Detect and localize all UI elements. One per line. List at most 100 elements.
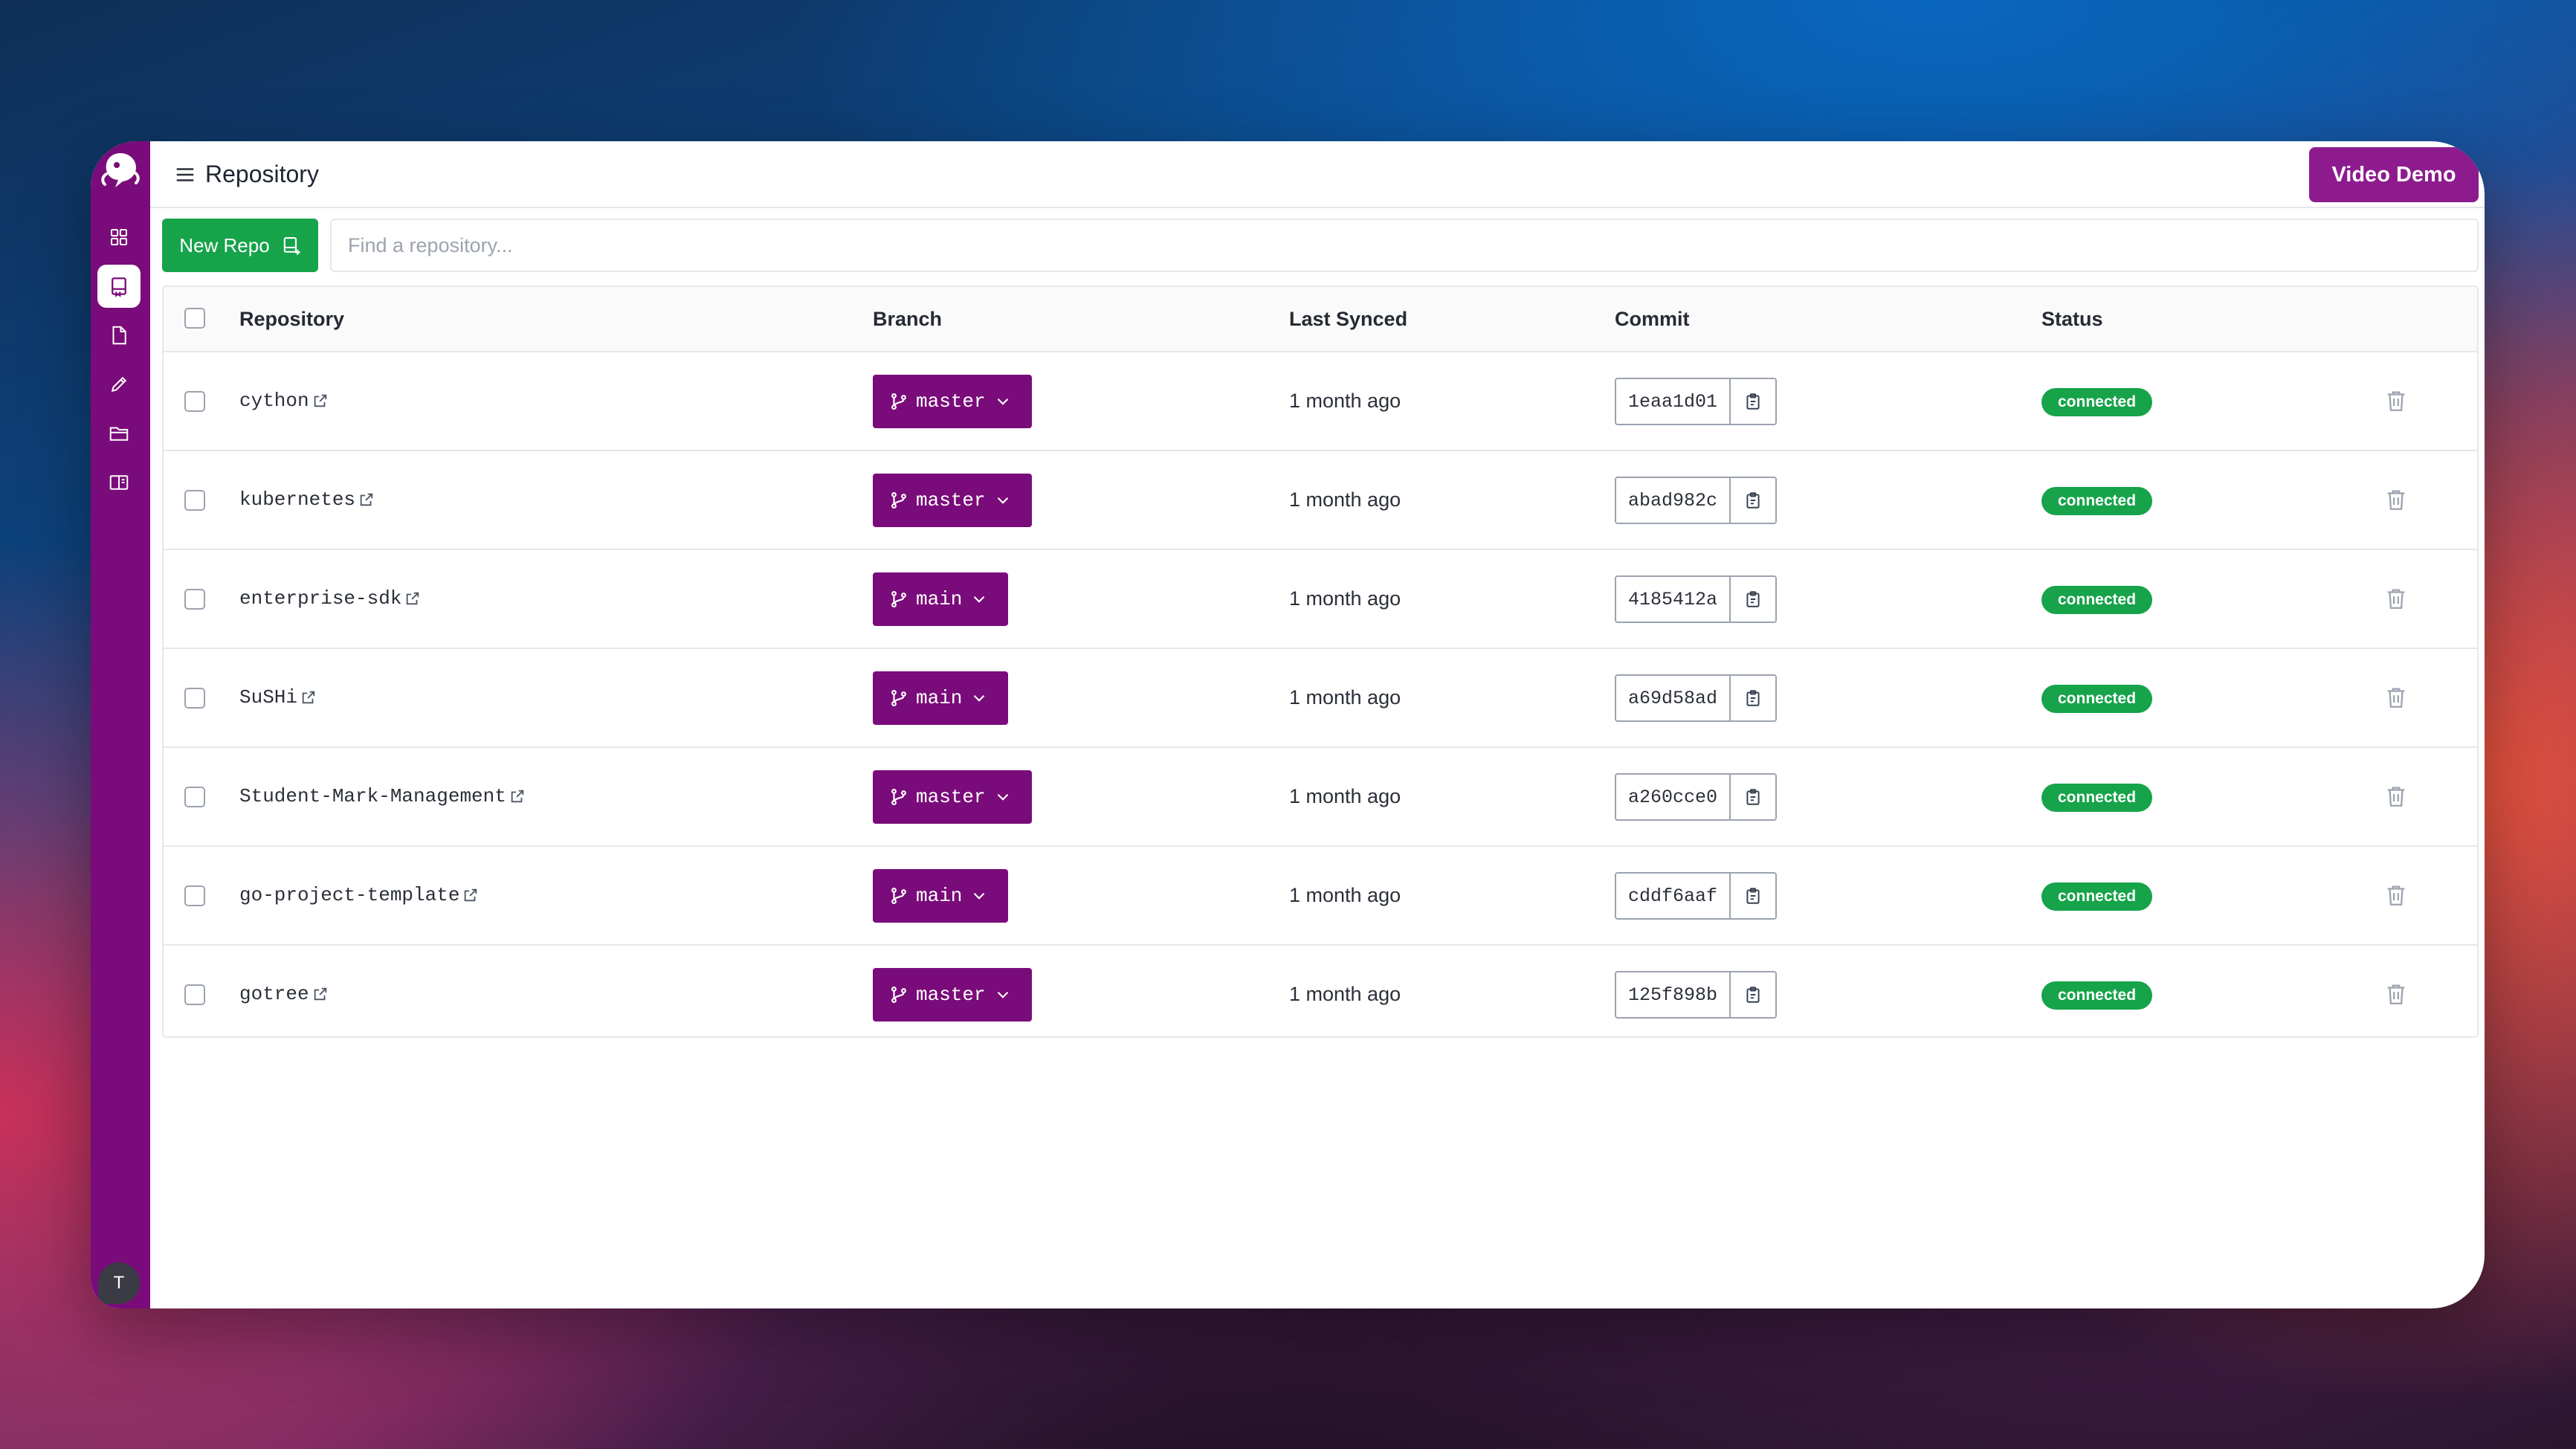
branch-name: master [916, 786, 986, 808]
copy-commit-button[interactable] [1731, 676, 1775, 720]
row-checkbox[interactable] [184, 391, 205, 412]
copy-commit-button[interactable] [1731, 972, 1775, 1017]
avatar[interactable]: T [98, 1262, 140, 1304]
column-header-repository[interactable]: Repository [239, 308, 344, 331]
new-repo-icon [283, 237, 300, 255]
copy-commit-button[interactable] [1731, 874, 1775, 918]
last-synced: 1 month ago [1289, 785, 1401, 807]
branch-dropdown[interactable]: master [873, 770, 1032, 824]
commit-hash[interactable]: a260cce0 [1616, 775, 1731, 819]
column-header-last-synced[interactable]: Last Synced [1289, 308, 1407, 331]
trash-icon[interactable] [2383, 388, 2409, 413]
repo-name-link[interactable]: Student-Mark-Management [239, 785, 526, 807]
trash-icon[interactable] [2383, 487, 2409, 512]
sidebar: T [91, 141, 150, 1308]
clipboard-icon [1746, 987, 1760, 1003]
table-row: kubernetes master 1 month ago abad982c c… [164, 451, 2477, 550]
branch-name: main [916, 687, 963, 709]
folder-icon [109, 427, 129, 441]
sidebar-item-documents[interactable] [97, 314, 141, 357]
external-link-icon [360, 493, 373, 506]
commit-hash[interactable]: abad982c [1616, 478, 1731, 523]
commit-field: a69d58ad [1615, 674, 1777, 722]
last-synced: 1 month ago [1289, 884, 1401, 906]
clipboard-icon [1746, 492, 1760, 509]
branch-dropdown[interactable]: master [873, 474, 1032, 527]
status-badge: connected [2041, 487, 2153, 515]
repo-name-link[interactable]: enterprise-sdk [239, 587, 421, 610]
book-icon [109, 475, 129, 490]
repo-name-link[interactable]: kubernetes [239, 488, 375, 511]
branch-dropdown[interactable]: master [873, 375, 1032, 428]
commit-hash[interactable]: a69d58ad [1616, 676, 1731, 720]
chevron-down-icon [974, 596, 985, 603]
copy-commit-button[interactable] [1731, 775, 1775, 819]
status-badge: connected [2041, 388, 2153, 416]
repo-icon [112, 277, 126, 297]
repository-table: Repository Branch Last Synced Commit Sta… [162, 285, 2479, 1038]
row-checkbox[interactable] [184, 490, 205, 511]
branch-name: master [916, 489, 986, 511]
branch-dropdown[interactable]: master [873, 968, 1032, 1022]
row-checkbox[interactable] [184, 984, 205, 1005]
repo-name-link[interactable]: cython [239, 390, 329, 412]
table-header: Repository Branch Last Synced Commit Sta… [164, 287, 2477, 352]
last-synced: 1 month ago [1289, 587, 1401, 610]
trash-icon[interactable] [2383, 882, 2409, 908]
repo-name-link[interactable]: gotree [239, 983, 329, 1005]
last-synced: 1 month ago [1289, 488, 1401, 511]
column-header-status[interactable]: Status [2041, 308, 2103, 331]
row-checkbox[interactable] [184, 787, 205, 807]
status-badge: connected [2041, 784, 2153, 812]
sidebar-item-repository[interactable] [97, 265, 141, 308]
logo-icon[interactable] [97, 147, 143, 193]
column-header-branch[interactable]: Branch [873, 308, 942, 331]
new-repo-button[interactable]: New Repo [162, 219, 318, 272]
table-row: go-project-template main 1 month ago cdd… [164, 847, 2477, 946]
copy-commit-button[interactable] [1731, 478, 1775, 523]
search-input[interactable] [330, 219, 2479, 272]
repo-name: Student-Mark-Management [239, 785, 506, 807]
chevron-down-icon [997, 497, 1008, 504]
commit-hash[interactable]: cddf6aaf [1616, 874, 1731, 918]
trash-icon[interactable] [2383, 685, 2409, 710]
repo-name-link[interactable]: go-project-template [239, 884, 479, 906]
branch-dropdown[interactable]: main [873, 572, 1009, 626]
commit-hash[interactable]: 4185412a [1616, 577, 1731, 622]
sidebar-item-folders[interactable] [97, 412, 141, 455]
branch-dropdown[interactable]: main [873, 869, 1009, 923]
git-branch-icon [891, 887, 906, 905]
status-badge: connected [2041, 981, 2153, 1010]
sidebar-item-dashboard[interactable] [97, 216, 141, 259]
trash-icon[interactable] [2383, 586, 2409, 611]
row-checkbox[interactable] [184, 885, 205, 906]
row-checkbox[interactable] [184, 688, 205, 709]
hamburger-menu-icon[interactable] [174, 164, 196, 186]
repo-name: SuSHi [239, 686, 298, 709]
copy-commit-button[interactable] [1731, 577, 1775, 622]
app-window: T Repository Video Demo New Repo Reposit… [91, 141, 2485, 1308]
clipboard-icon [1746, 393, 1760, 410]
column-header-commit[interactable]: Commit [1615, 308, 1690, 331]
external-link-icon [314, 394, 326, 407]
git-branch-icon [891, 491, 906, 509]
select-all-checkbox[interactable] [184, 308, 205, 329]
clipboard-icon [1746, 789, 1760, 805]
video-demo-button[interactable]: Video Demo [2309, 147, 2479, 202]
status-badge: connected [2041, 586, 2153, 614]
repo-name: gotree [239, 983, 309, 1005]
row-checkbox[interactable] [184, 589, 205, 610]
trash-icon[interactable] [2383, 981, 2409, 1007]
branch-dropdown[interactable]: main [873, 671, 1009, 725]
copy-commit-button[interactable] [1731, 379, 1775, 424]
sidebar-item-library[interactable] [97, 461, 141, 504]
commit-hash[interactable]: 125f898b [1616, 972, 1731, 1017]
table-row: enterprise-sdk main 1 month ago 4185412a [164, 550, 2477, 649]
grid-icon [111, 229, 127, 245]
repo-name-link[interactable]: SuSHi [239, 686, 317, 709]
commit-hash[interactable]: 1eaa1d01 [1616, 379, 1731, 424]
trash-icon[interactable] [2383, 784, 2409, 809]
git-branch-icon [891, 393, 906, 410]
sidebar-item-editor[interactable] [97, 363, 141, 406]
git-branch-icon [891, 590, 906, 608]
